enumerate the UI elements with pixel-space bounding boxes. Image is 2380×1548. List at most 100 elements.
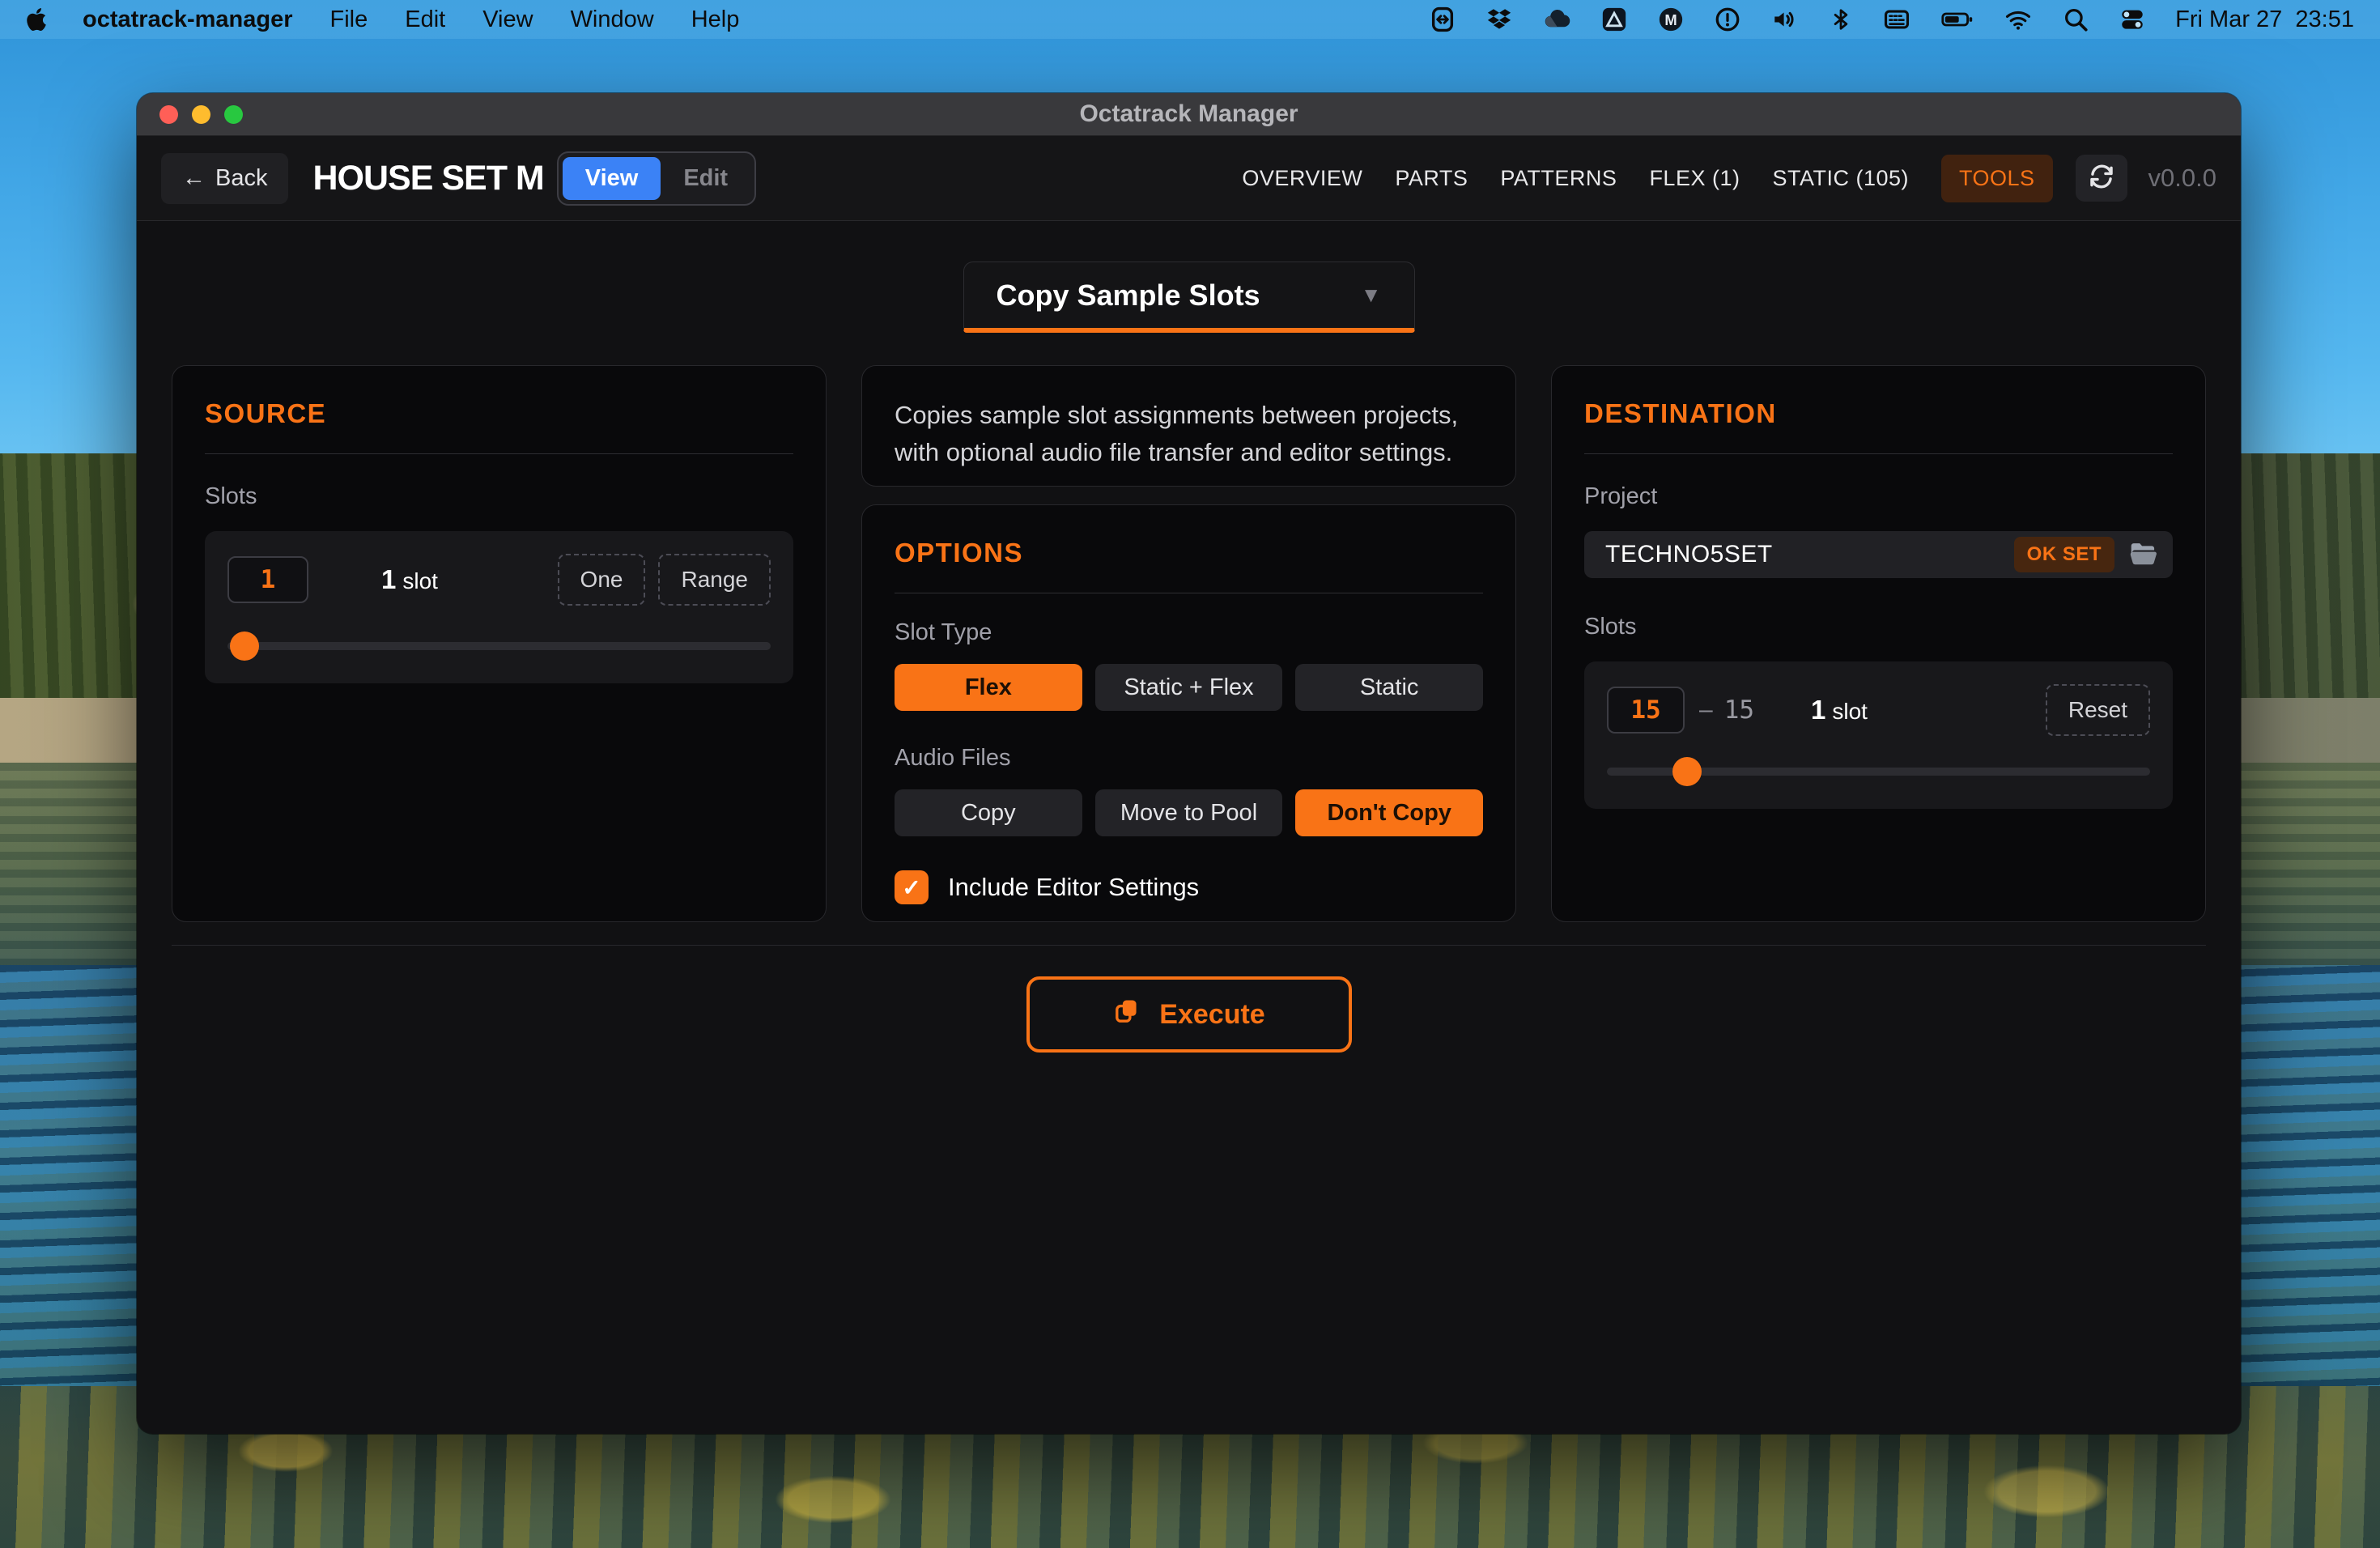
execute-button[interactable]: Execute (1026, 976, 1352, 1053)
slider-thumb[interactable] (1672, 757, 1702, 786)
source-heading: SOURCE (205, 398, 327, 428)
menu-window[interactable]: Window (571, 6, 654, 33)
audio-copy-button[interactable]: Copy (895, 789, 1082, 836)
source-one-button[interactable]: One (557, 554, 646, 606)
destination-project-label: Project (1584, 483, 1658, 509)
source-slot-slider[interactable] (227, 632, 771, 661)
source-slot-card: 1 1 slot One Range (205, 531, 793, 683)
audio-files-label: Audio Files (895, 745, 1011, 771)
slot-type-buttons: Flex Static + Flex Static (895, 664, 1484, 711)
include-editor-settings-checkbox[interactable]: ✓ (895, 870, 929, 904)
nav-overview[interactable]: OVERVIEW (1242, 166, 1362, 191)
nav-patterns[interactable]: PATTERNS (1500, 166, 1617, 191)
input-source-icon[interactable] (1882, 6, 1911, 33)
content-divider (172, 945, 2206, 946)
page-title: HOUSE SET M (312, 158, 544, 198)
cloud-app-icon[interactable] (1542, 6, 1571, 33)
view-edit-toggle: View Edit (556, 151, 757, 206)
nav-parts[interactable]: PARTS (1395, 166, 1468, 191)
bluetooth-icon[interactable] (1829, 6, 1853, 33)
minimize-window-button[interactable] (192, 104, 210, 124)
middle-column: Copies sample slot assignments between p… (861, 365, 1516, 922)
wifi-icon[interactable] (2004, 6, 2033, 33)
divider (1584, 453, 2173, 454)
source-slots-label: Slots (205, 483, 257, 509)
divider (205, 453, 793, 454)
display-mirroring-icon[interactable] (1429, 6, 1456, 33)
menu-view[interactable]: View (482, 6, 533, 33)
control-center-icon[interactable] (2119, 6, 2146, 33)
spotlight-icon[interactable] (2062, 6, 2089, 33)
copy-icon (1112, 997, 1141, 1033)
destination-slot-input[interactable]: 15 (1607, 687, 1685, 734)
destination-count-number: 1 (1811, 695, 1826, 725)
tools-content: Copy Sample Slots ▼ SOURCE Slots 1 1 slot… (137, 262, 2241, 1053)
slider-thumb[interactable] (230, 632, 260, 661)
slot-type-label: Slot Type (895, 619, 992, 645)
destination-panel: DESTINATION Project TECHNO5SET OK SET Sl… (1551, 365, 2206, 922)
window-titlebar[interactable]: Octatrack Manager (137, 93, 2241, 136)
slot-type-static-flex-button[interactable]: Static + Flex (1094, 664, 1283, 711)
destination-heading: DESTINATION (1584, 398, 1777, 428)
toggle-edit-button[interactable]: Edit (661, 157, 750, 200)
destination-project-name: TECHNO5SET (1605, 541, 1773, 568)
close-window-button[interactable] (159, 104, 178, 124)
source-slot-count: 1 slot (381, 564, 438, 595)
dropbox-icon[interactable] (1485, 6, 1513, 33)
refresh-button[interactable] (2075, 155, 2127, 202)
browse-project-button[interactable] (2129, 542, 2158, 568)
menu-edit[interactable]: Edit (405, 6, 445, 33)
triangle-app-icon[interactable] (1600, 6, 1628, 33)
back-button[interactable]: ← Back (161, 152, 289, 204)
menubar-app-name[interactable]: octatrack-manager (83, 6, 293, 33)
toggle-view-button[interactable]: View (562, 156, 661, 200)
tool-select-dropdown[interactable]: Copy Sample Slots ▼ (963, 262, 1415, 333)
destination-reset-button[interactable]: Reset (2045, 684, 2150, 736)
menu-file[interactable]: File (330, 6, 368, 33)
audio-files-buttons: Copy Move to Pool Don't Copy (895, 789, 1484, 836)
audio-move-to-pool-button[interactable]: Move to Pool (1094, 789, 1283, 836)
window-title: Octatrack Manager (1079, 100, 1298, 127)
folder-icon (2130, 543, 2157, 565)
chevron-down-icon: ▼ (1360, 283, 1382, 307)
checkmark-icon: ✓ (902, 874, 921, 900)
volume-icon[interactable] (1770, 6, 1800, 33)
app-version: v0.0.0 (2148, 164, 2216, 192)
source-panel: SOURCE Slots 1 1 slot One Range (172, 365, 827, 922)
tool-description: Copies sample slot assignments between p… (861, 365, 1516, 487)
nav-static[interactable]: STATIC (105) (1772, 166, 1909, 191)
app-header: ← Back HOUSE SET M View Edit OVERVIEW PA… (137, 136, 2241, 221)
slot-type-static-button[interactable]: Static (1295, 664, 1484, 711)
source-count-number: 1 (381, 564, 397, 594)
source-range-button[interactable]: Range (658, 554, 771, 606)
include-editor-settings-row: ✓ Include Editor Settings (895, 870, 1483, 904)
nav-tools[interactable]: TOOLS (1941, 154, 2053, 202)
back-button-label: Back (215, 164, 268, 191)
options-heading: OPTIONS (895, 538, 1024, 568)
destination-slot-slider[interactable] (1607, 757, 2150, 786)
m-app-icon[interactable]: M (1657, 6, 1685, 33)
menu-help[interactable]: Help (691, 6, 740, 33)
destination-slot-end: 15 (1723, 695, 1755, 725)
nav-flex[interactable]: FLEX (1) (1649, 166, 1740, 191)
audio-dont-copy-button[interactable]: Don't Copy (1295, 789, 1484, 836)
time-machine-icon[interactable] (1714, 6, 1741, 33)
slider-track[interactable] (227, 642, 771, 650)
execute-button-label: Execute (1159, 998, 1265, 1030)
destination-project-field[interactable]: TECHNO5SET OK SET (1584, 531, 2173, 578)
zoom-window-button[interactable] (224, 104, 243, 124)
source-slot-input[interactable]: 1 (227, 556, 308, 603)
battery-icon[interactable] (1940, 6, 1974, 33)
destination-slots-label: Slots (1584, 614, 1637, 640)
options-panel: OPTIONS Slot Type Flex Static + Flex Sta… (861, 504, 1516, 922)
refresh-icon (2088, 163, 2115, 194)
back-arrow-icon: ← (182, 164, 206, 191)
apple-menu-icon[interactable] (26, 5, 50, 34)
destination-slot-count: 1 slot (1811, 695, 1868, 725)
menu-bar: octatrack-manager File Edit View Window … (0, 0, 2380, 39)
tool-select-value: Copy Sample Slots (996, 278, 1260, 312)
include-editor-settings-label: Include Editor Settings (948, 873, 1200, 901)
slot-type-flex-button[interactable]: Flex (895, 664, 1082, 711)
menubar-clock[interactable]: Fri Mar 27 23:51 (2175, 6, 2354, 33)
range-separator: – (1699, 696, 1713, 723)
